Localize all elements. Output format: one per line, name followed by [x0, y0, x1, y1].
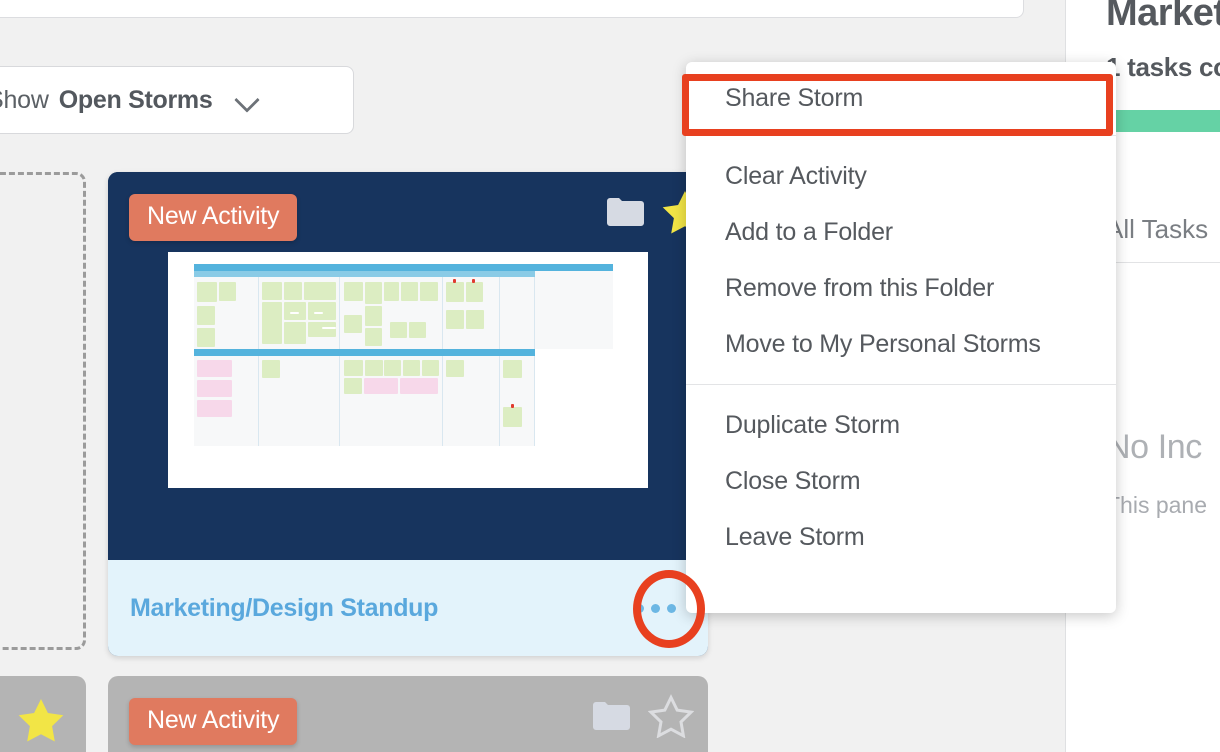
ellipsis-icon[interactable] [627, 594, 684, 623]
filter-selected-value: Open Storms [58, 85, 213, 114]
menu-item-close-storm[interactable]: Close Storm [686, 453, 1116, 509]
menu-item-remove-from-this-folder[interactable]: Remove from this Folder [686, 260, 1116, 316]
menu-item-share-storm[interactable]: Share Storm [686, 70, 1116, 126]
star-outline-icon[interactable] [647, 694, 695, 739]
empty-state-title: No Inc [1106, 428, 1202, 466]
folder-icon[interactable] [590, 700, 630, 733]
storm-card-loading[interactable]: New Activity [108, 676, 708, 752]
task-progress-fill [1106, 110, 1220, 132]
storm-card-marketing-design-standup[interactable]: New Activity Marketing/Design Standup [108, 172, 708, 656]
panel-title: Market [1106, 0, 1220, 34]
menu-item-duplicate-storm[interactable]: Duplicate Storm [686, 397, 1116, 453]
menu-item-leave-storm[interactable]: Leave Storm [686, 509, 1116, 565]
storm-card-placeholder-left[interactable] [0, 676, 86, 752]
filter-prefix-label: Show [0, 85, 49, 114]
storm-card-header: New Activity [108, 172, 708, 560]
tab-all-tasks[interactable]: All Tasks [1106, 214, 1208, 245]
show-storms-filter-select[interactable]: Show Open Storms [0, 66, 354, 134]
storm-board-thumbnail [168, 252, 648, 488]
empty-state-body: This pane [1106, 492, 1208, 518]
menu-item-add-to-a-folder[interactable]: Add to a Folder [686, 204, 1116, 260]
new-activity-badge: New Activity [129, 194, 298, 241]
storm-context-menu: Share Storm Clear Activity Add to a Fold… [686, 62, 1116, 613]
storm-card-footer: Marketing/Design Standup [108, 560, 708, 656]
new-activity-badge: New Activity [129, 698, 298, 745]
storm-card-title[interactable]: Marketing/Design Standup [130, 594, 438, 623]
panel-task-count: 1 tasks co [1106, 52, 1220, 82]
drop-placeholder-card [0, 172, 86, 650]
star-filled-icon[interactable] [18, 699, 64, 746]
menu-item-move-to-my-personal-storms[interactable]: Move to My Personal Storms [686, 316, 1116, 372]
chevron-down-icon [236, 89, 258, 111]
folder-icon[interactable] [604, 196, 644, 229]
task-progress-bar [1106, 110, 1220, 132]
top-toolbar-strip [0, 0, 1024, 18]
menu-item-clear-activity[interactable]: Clear Activity [686, 148, 1116, 204]
